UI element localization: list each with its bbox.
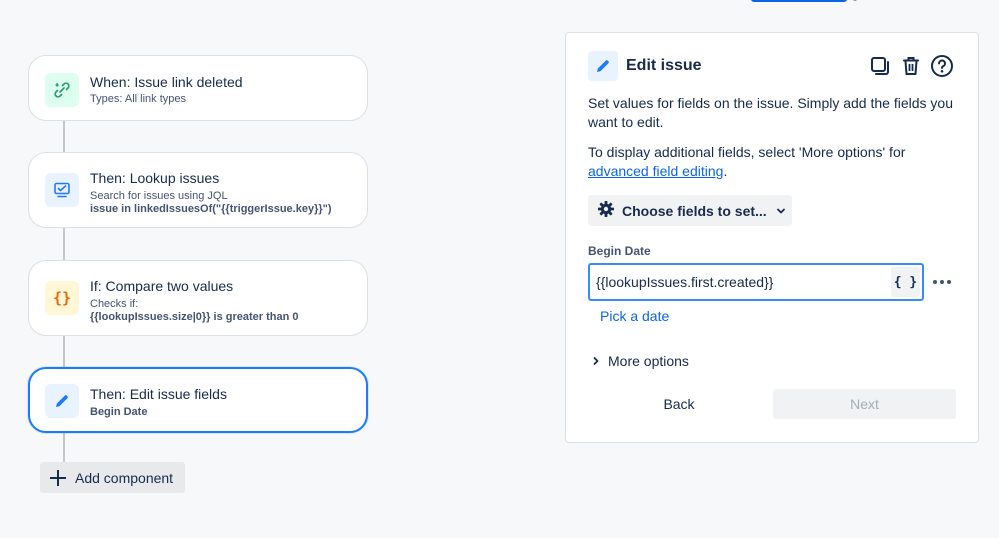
flow-connector [63, 228, 65, 260]
flow-connector [63, 121, 65, 152]
more-actions-icon[interactable] [930, 271, 954, 293]
begin-date-field[interactable]: { } [588, 263, 924, 301]
flow-connector [63, 336, 65, 367]
desc-suffix: . [723, 163, 728, 179]
choose-fields-button[interactable]: Choose fields to set... [588, 195, 792, 226]
card-detail: Begin Date [90, 406, 148, 418]
top-primary-button[interactable] [751, 0, 847, 2]
flow-connector [63, 433, 65, 463]
begin-date-label: Begin Date [588, 244, 651, 258]
edit-issue-card[interactable]: Then: Edit issue fields Begin Date [28, 367, 368, 433]
plus-icon [49, 469, 67, 487]
panel-description-more: To display additional fields, select 'Mo… [588, 143, 960, 181]
trigger-card[interactable]: When: Issue link deleted Types: All link… [28, 55, 368, 121]
pencil-icon [588, 51, 618, 81]
next-button[interactable]: Next [773, 389, 956, 419]
add-component-button[interactable]: Add component [40, 462, 185, 493]
chevron-down-icon [776, 203, 786, 219]
desc-prefix: To display additional fields, select 'Mo… [588, 144, 906, 160]
condition-card[interactable]: {} If: Compare two values Checks if: {{l… [28, 260, 368, 336]
card-title: Then: Lookup issues [90, 170, 220, 186]
card-title: Then: Edit issue fields [90, 386, 227, 402]
more-options-toggle[interactable]: More options [592, 353, 689, 369]
panel-title: Edit issue [626, 57, 702, 74]
lookup-issues-card[interactable]: Then: Lookup issues Search for issues us… [28, 152, 368, 228]
edit-issue-panel: Edit issue Set values for fields on the … [565, 32, 979, 443]
card-detail: issue in linkedIssuesOf("{{triggerIssue.… [90, 203, 332, 215]
gear-icon [597, 200, 615, 221]
begin-date-input[interactable] [590, 265, 891, 299]
smart-value-button[interactable]: { } [891, 267, 920, 297]
card-subtitle: Checks if: [90, 298, 139, 310]
advanced-field-editing-link[interactable]: advanced field editing [588, 163, 723, 179]
card-subtitle: Search for issues using JQL [90, 190, 228, 202]
card-title: If: Compare two values [90, 278, 234, 294]
card-detail: {{lookupIssues.size|0}} is greater than … [90, 311, 299, 323]
trash-icon[interactable] [898, 53, 923, 78]
curly-braces-icon: {} [45, 281, 79, 315]
lookup-issues-icon [45, 173, 79, 207]
duplicate-icon[interactable] [867, 53, 892, 78]
pencil-icon [45, 384, 79, 418]
help-icon[interactable] [929, 53, 954, 78]
add-component-label: Add component [75, 469, 174, 486]
link-broken-icon [45, 73, 79, 107]
choose-fields-label: Choose fields to set... [622, 202, 767, 219]
back-button[interactable]: Back [588, 389, 770, 419]
card-title: When: Issue link deleted [90, 74, 243, 90]
card-subtitle: Types: All link types [90, 93, 186, 105]
more-options-label: More options [608, 353, 689, 369]
panel-description: Set values for fields on the issue. Simp… [588, 95, 953, 130]
chevron-right-icon [592, 353, 600, 369]
pick-a-date-link[interactable]: Pick a date [600, 308, 669, 324]
top-divider [853, 0, 857, 1]
